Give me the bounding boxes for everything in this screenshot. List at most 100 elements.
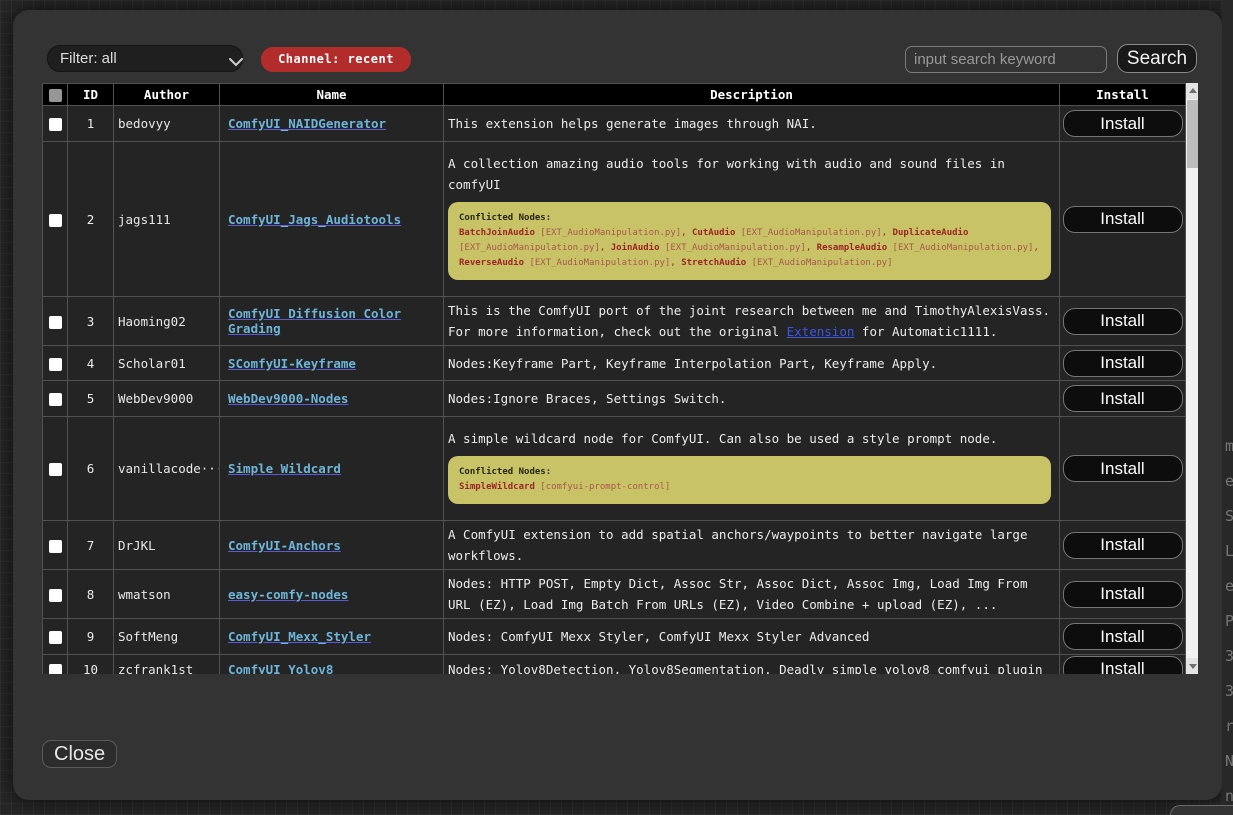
row-id: 4 bbox=[68, 346, 114, 381]
conflict-warning-box: Conflicted Nodes: BatchJoinAudio [EXT_Aud… bbox=[448, 202, 1051, 280]
close-button[interactable]: Close bbox=[42, 740, 117, 768]
row-id: 6 bbox=[68, 417, 114, 521]
conflict-node-name: StretchAudio bbox=[681, 258, 746, 268]
row-checkbox[interactable] bbox=[49, 393, 62, 406]
row-description: Nodes: HTTP POST, Empty Dict, Assoc Str,… bbox=[444, 570, 1060, 619]
row-description: Nodes:Ignore Braces, Settings Switch. bbox=[444, 381, 1060, 417]
column-header-id: ID bbox=[68, 84, 114, 106]
row-description: Nodes: Yolov8Detection, Yolov8Segmentati… bbox=[444, 655, 1060, 675]
row-name-cell: Simple Wildcard bbox=[220, 417, 444, 521]
install-button[interactable]: Install bbox=[1063, 350, 1183, 377]
description-text: Nodes:Ignore Braces, Settings Switch. bbox=[448, 388, 1053, 409]
install-cell: Install bbox=[1060, 417, 1186, 521]
row-checkbox-cell bbox=[43, 619, 68, 655]
row-name-cell: ComfyUI_Mexx_Styler bbox=[220, 619, 444, 655]
install-button[interactable]: Install bbox=[1063, 656, 1183, 675]
install-button[interactable]: Install bbox=[1063, 110, 1183, 137]
row-checkbox[interactable] bbox=[49, 463, 62, 476]
row-checkbox-cell bbox=[43, 570, 68, 619]
row-checkbox[interactable] bbox=[49, 316, 62, 329]
description-link[interactable]: Extension bbox=[787, 324, 855, 339]
table-scrollbar[interactable] bbox=[1186, 83, 1198, 674]
extensions-table: ID Author Name Description Install 1bedo… bbox=[42, 83, 1186, 674]
extension-name-link[interactable]: ComfyUI_Mexx_Styler bbox=[228, 629, 371, 644]
extension-name-link[interactable]: ComfyUI Diffusion Color Grading bbox=[228, 306, 401, 336]
install-cell: Install bbox=[1060, 521, 1186, 570]
conflict-separator: , bbox=[806, 243, 817, 253]
install-button[interactable]: Install bbox=[1063, 532, 1183, 559]
conflict-node-name: DuplicateAudio bbox=[893, 228, 969, 238]
conflict-node-name: ReverseAudio bbox=[459, 258, 524, 268]
occluded-menu-text-fragment: L bbox=[1225, 542, 1233, 560]
table-header-row: ID Author Name Description Install bbox=[43, 84, 1186, 106]
extension-name-link[interactable]: ComfyUI-Anchors bbox=[228, 538, 341, 553]
row-name-cell: ComfyUI_NAIDGenerator bbox=[220, 106, 444, 142]
search-input[interactable] bbox=[905, 46, 1107, 73]
occluded-background-button bbox=[1170, 805, 1233, 815]
extension-name-link[interactable]: ComfyUI Yolov8 bbox=[228, 662, 333, 675]
row-checkbox[interactable] bbox=[49, 118, 62, 131]
conflict-title: Conflicted Nodes: bbox=[459, 211, 1040, 226]
conflict-node-name: CutAudio bbox=[692, 228, 735, 238]
scrollbar-thumb[interactable] bbox=[1187, 100, 1198, 168]
install-cell: Install bbox=[1060, 381, 1186, 417]
row-checkbox[interactable] bbox=[49, 540, 62, 553]
scrollbar-up-arrow[interactable] bbox=[1186, 83, 1198, 99]
conflict-separator: , bbox=[670, 258, 681, 268]
install-button[interactable]: Install bbox=[1063, 206, 1183, 233]
install-button[interactable]: Install bbox=[1063, 581, 1183, 608]
row-description: A simple wildcard node for ComfyUI. Can … bbox=[444, 417, 1060, 521]
scrollbar-down-arrow[interactable] bbox=[1186, 658, 1198, 674]
extension-name-link[interactable]: easy-comfy-nodes bbox=[228, 587, 348, 602]
install-button[interactable]: Install bbox=[1063, 308, 1183, 335]
table-row: 7DrJKLComfyUI-AnchorsA ComfyUI extension… bbox=[43, 521, 1186, 570]
row-checkbox-cell bbox=[43, 417, 68, 521]
install-button[interactable]: Install bbox=[1063, 623, 1183, 650]
conflict-node-source: [EXT_AudioManipulation.py] bbox=[746, 258, 892, 268]
occluded-menu-text-fragment: r bbox=[1225, 717, 1233, 735]
filter-dropdown[interactable]: Filter: all bbox=[47, 45, 243, 72]
conflict-node-source: [EXT_AudioManipulation.py] bbox=[735, 228, 881, 238]
column-header-name: Name bbox=[220, 84, 444, 106]
extension-name-link[interactable]: ComfyUI_Jags_Audiotools bbox=[228, 212, 401, 227]
table-row: 4Scholar01 SComfyUI-Keyframe Nodes:Keyfram… bbox=[43, 346, 1186, 381]
row-id: 3 bbox=[68, 297, 114, 346]
table-row: 5WebDev9000WebDev9000-NodesNodes:Ignore … bbox=[43, 381, 1186, 417]
row-checkbox-cell bbox=[43, 142, 68, 297]
extension-name-link[interactable]: ComfyUI_NAIDGenerator bbox=[228, 116, 386, 131]
conflict-node-source: [EXT_AudioManipulation.py] bbox=[660, 243, 806, 253]
extension-name-link[interactable]: WebDev9000-Nodes bbox=[228, 391, 348, 406]
install-cell: Install bbox=[1060, 346, 1186, 381]
occluded-menu-text-fragment: P bbox=[1225, 612, 1233, 630]
row-author: Scholar01 bbox=[114, 346, 220, 381]
row-description: Nodes:Keyframe Part, Keyframe Interpolat… bbox=[444, 346, 1060, 381]
table-row: 2jags111ComfyUI_Jags_AudiotoolsA collect… bbox=[43, 142, 1186, 297]
row-checkbox[interactable] bbox=[49, 358, 62, 371]
row-id: 7 bbox=[68, 521, 114, 570]
row-checkbox[interactable] bbox=[49, 589, 62, 602]
description-text: A simple wildcard node for ComfyUI. Can … bbox=[448, 428, 1053, 449]
custom-nodes-installer-dialog: Filter: all Channel: recent Search ID Au… bbox=[13, 10, 1222, 800]
table-row: 9SoftMengComfyUI_Mexx_StylerNodes: Comfy… bbox=[43, 619, 1186, 655]
select-all-checkbox[interactable] bbox=[49, 89, 62, 102]
table-row: 8wmatsoneasy-comfy-nodesNodes: HTTP POST… bbox=[43, 570, 1186, 619]
extension-name-link[interactable]: SComfyUI-Keyframe bbox=[228, 356, 356, 371]
row-checkbox[interactable] bbox=[49, 214, 62, 227]
install-button[interactable]: Install bbox=[1063, 455, 1183, 482]
search-button[interactable]: Search bbox=[1117, 44, 1197, 73]
row-description: A ComfyUI extension to add spatial ancho… bbox=[444, 521, 1060, 570]
row-name-cell: ComfyUI Yolov8 bbox=[220, 655, 444, 675]
extensions-table-container: ID Author Name Description Install 1bedo… bbox=[42, 83, 1198, 674]
row-checkbox[interactable] bbox=[49, 664, 62, 675]
column-header-description: Description bbox=[444, 84, 1060, 106]
conflict-node-name: BatchJoinAudio bbox=[459, 228, 535, 238]
conflict-separator: , bbox=[1033, 243, 1038, 253]
row-checkbox[interactable] bbox=[49, 631, 62, 644]
install-button[interactable]: Install bbox=[1063, 385, 1183, 412]
row-checkbox-cell bbox=[43, 297, 68, 346]
extension-name-link[interactable]: Simple Wildcard bbox=[228, 461, 341, 476]
install-cell: Install bbox=[1060, 655, 1186, 675]
table-row: 10zcfrank1stComfyUI Yolov8Nodes: Yolov8D… bbox=[43, 655, 1186, 675]
row-id: 5 bbox=[68, 381, 114, 417]
conflict-node-name: JoinAudio bbox=[611, 243, 660, 253]
